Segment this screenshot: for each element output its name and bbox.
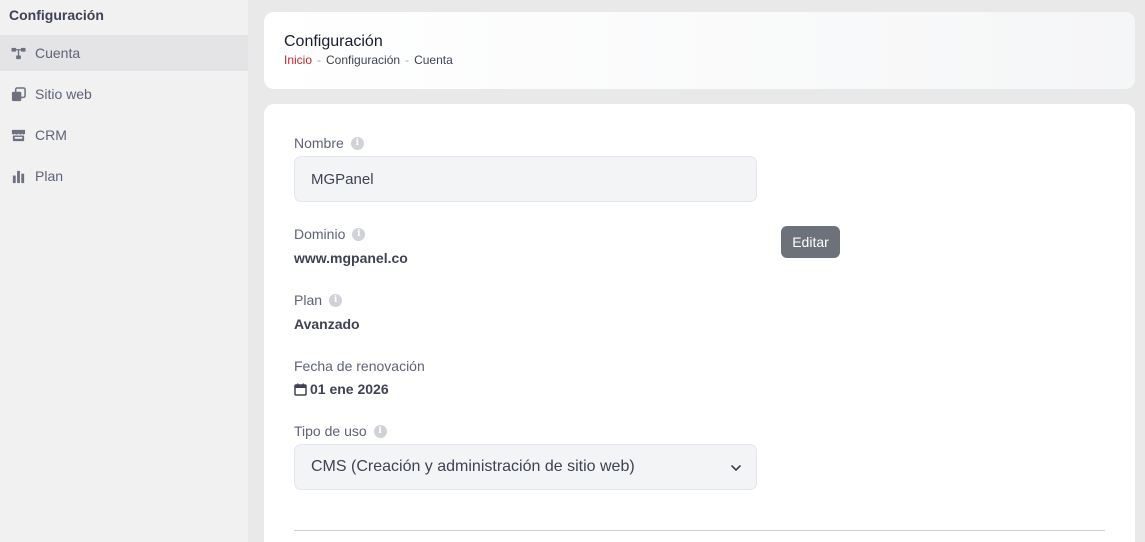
sidebar-item-crm[interactable]: CRM bbox=[0, 117, 248, 153]
info-icon[interactable]: i bbox=[352, 227, 366, 241]
breadcrumb-item: Cuenta bbox=[414, 53, 453, 67]
sidebar-item-label: Sitio web bbox=[35, 86, 92, 102]
breadcrumb-separator: - bbox=[317, 53, 322, 67]
breadcrumb-separator: - bbox=[405, 53, 410, 67]
plan-value: Avanzado bbox=[294, 316, 360, 332]
sitemap-icon bbox=[10, 45, 26, 61]
clone-icon bbox=[10, 86, 26, 102]
store-icon bbox=[10, 127, 26, 143]
renovacion-label-text: Fecha de renovación bbox=[294, 358, 425, 374]
breadcrumb-home-link[interactable]: Inicio bbox=[284, 53, 312, 67]
chevron-down-icon bbox=[730, 461, 742, 473]
tipo-uso-selected-value: CMS (Creación y administración de sitio … bbox=[311, 458, 635, 475]
tipo-uso-label-text: Tipo de uso bbox=[294, 423, 367, 439]
info-icon[interactable]: i bbox=[373, 424, 387, 438]
tipo-uso-select[interactable]: CMS (Creación y administración de sitio … bbox=[294, 444, 757, 490]
chart-bar-icon bbox=[10, 168, 26, 184]
sidebar-item-label: Plan bbox=[35, 168, 64, 184]
renovacion-value: 01 ene 2026 bbox=[294, 381, 389, 397]
page-header: Configuración Inicio - Configuración - C… bbox=[264, 12, 1135, 89]
dominio-value: www.mgpanel.co bbox=[294, 250, 408, 266]
account-settings-card: Nombre i MGPanel Dominio i www.mgpanel.c… bbox=[264, 104, 1135, 542]
breadcrumb: Inicio - Configuración - Cuenta bbox=[284, 53, 453, 67]
edit-domain-button[interactable]: Editar bbox=[781, 226, 840, 258]
plan-label: Plan i bbox=[294, 292, 343, 308]
renovacion-label: Fecha de renovación bbox=[294, 358, 425, 374]
nombre-label-text: Nombre bbox=[294, 135, 344, 151]
divider bbox=[294, 530, 1105, 531]
sidebar-title: Configuración bbox=[9, 7, 104, 23]
plan-label-text: Plan bbox=[294, 292, 323, 308]
calendar-icon bbox=[294, 383, 307, 396]
breadcrumb-item: Configuración bbox=[326, 53, 401, 67]
dominio-label-text: Dominio bbox=[294, 226, 346, 242]
tipo-uso-label: Tipo de uso i bbox=[294, 423, 387, 439]
sidebar: Configuración Cuenta Sitio web CRM Plan bbox=[0, 0, 248, 542]
sidebar-item-label: Cuenta bbox=[35, 45, 81, 61]
page-title: Configuración bbox=[284, 33, 383, 50]
nombre-input[interactable]: MGPanel bbox=[294, 156, 757, 202]
renovacion-date: 01 ene 2026 bbox=[310, 381, 389, 397]
info-icon[interactable]: i bbox=[350, 136, 364, 150]
sidebar-item-label: CRM bbox=[35, 127, 67, 143]
sidebar-item-plan[interactable]: Plan bbox=[0, 158, 248, 194]
nombre-label: Nombre i bbox=[294, 135, 364, 151]
sidebar-item-sitio-web[interactable]: Sitio web bbox=[0, 76, 248, 112]
sidebar-item-cuenta[interactable]: Cuenta bbox=[0, 35, 248, 71]
dominio-label: Dominio i bbox=[294, 226, 366, 242]
info-icon[interactable]: i bbox=[329, 293, 343, 307]
